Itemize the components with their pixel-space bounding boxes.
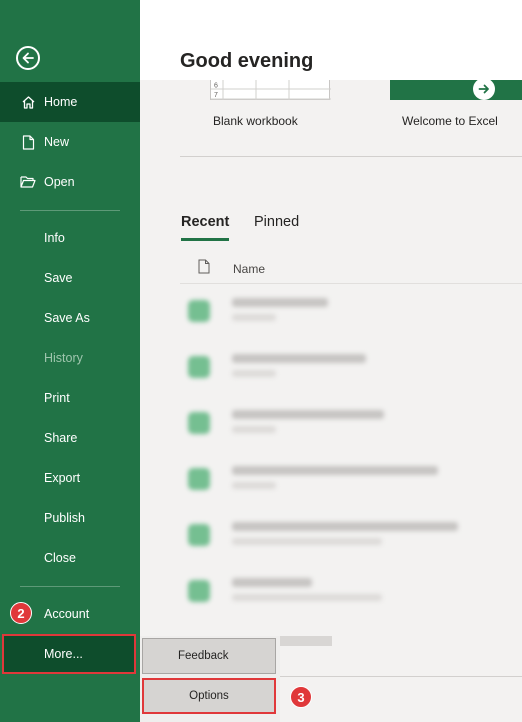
recent-file-row[interactable] [180,398,522,454]
recent-file-row[interactable] [180,510,522,566]
row-number: 6 [214,83,218,90]
file-path-blurred [232,370,276,377]
excel-file-icon [188,580,210,602]
sidebar-item-label: Close [44,551,76,565]
row-number: 7 [214,92,218,99]
tab-pinned[interactable]: Pinned [254,214,299,230]
file-name-blurred [232,466,438,475]
welcome-to-excel-thumbnail[interactable] [390,80,522,100]
column-header-name[interactable]: Name [233,262,265,276]
sidebar-item-label: Print [44,391,70,405]
back-arrow-icon[interactable] [16,46,40,70]
tab-recent[interactable]: Recent [181,214,229,230]
blank-workbook-thumbnail[interactable]: 6 7 [210,80,331,100]
sidebar-item-print[interactable]: Print [0,378,140,418]
arrow-left-icon [22,52,34,64]
sidebar-item-new[interactable]: New [0,122,140,162]
file-name-blurred [232,410,384,419]
recent-file-row[interactable] [180,454,522,510]
file-type-icon [198,259,210,274]
sidebar-item-label: Info [44,231,65,245]
active-tab-indicator [181,238,229,241]
home-icon [20,94,36,110]
sidebar-divider [20,586,120,587]
sidebar-item-label: More... [44,647,83,661]
new-document-icon [20,134,36,150]
sidebar-item-open[interactable]: Open [0,162,140,202]
template-label-blank-workbook[interactable]: Blank workbook [213,114,298,128]
file-path-blurred [232,314,276,321]
arrow-right-icon [473,78,495,100]
sidebar-item-label: Save As [44,311,90,325]
sidebar-item-label: Save [44,271,73,285]
excel-file-icon [188,412,210,434]
excel-file-icon [188,468,210,490]
sidebar-item-close[interactable]: Close [0,538,140,578]
sidebar-item-save[interactable]: Save [0,258,140,298]
file-path-blurred [232,482,276,489]
sidebar-item-label: Export [44,471,81,485]
sidebar-item-publish[interactable]: Publish [0,498,140,538]
sidebar-item-history: History [0,338,140,378]
spreadsheet-grid-icon: 6 7 [211,80,331,100]
sidebar-item-save-as[interactable]: Save As [0,298,140,338]
sidebar-item-label: Share [44,431,78,445]
sidebar-item-more[interactable]: More... [2,634,136,674]
open-folder-icon [20,174,36,190]
excel-file-icon [188,356,210,378]
greeting-title: Good evening [180,50,314,72]
sidebar-divider [20,210,120,211]
sidebar-item-label: History [44,351,83,365]
sidebar-item-label: Publish [44,511,85,525]
list-divider [180,283,522,284]
backstage-main: Good evening 6 7 Blank workbook Welcome … [140,0,522,722]
more-flyout-menu: Feedback Options [140,636,280,722]
step-badge-2: 2 [10,602,32,624]
recent-file-row[interactable] [180,566,522,622]
file-name-blurred [232,354,366,363]
sidebar-item-info[interactable]: Info [0,218,140,258]
excel-file-icon [188,524,210,546]
step-badge-3: 3 [290,686,312,708]
file-name-blurred [232,522,458,531]
file-path-blurred [232,426,276,433]
sidebar-item-share[interactable]: Share [0,418,140,458]
excel-file-icon [188,300,210,322]
menu-item-feedback[interactable]: Feedback [142,638,276,674]
file-name-blurred [232,578,312,587]
file-path-blurred [232,538,382,545]
recent-file-row[interactable] [180,342,522,398]
sidebar-item-label: New [44,135,70,149]
sidebar-item-home[interactable]: Home [0,82,140,122]
sidebar-item-label: Account [44,607,90,621]
section-divider [180,156,522,157]
template-label-welcome[interactable]: Welcome to Excel [402,114,498,128]
sidebar-item-label: Open [44,175,75,189]
menu-item-options[interactable]: Options [142,678,276,714]
recent-file-row[interactable] [180,286,522,342]
sidebar-item-label: Home [44,95,78,109]
sidebar-item-export[interactable]: Export [0,458,140,498]
file-path-blurred [232,594,382,601]
file-name-blurred [232,298,328,307]
